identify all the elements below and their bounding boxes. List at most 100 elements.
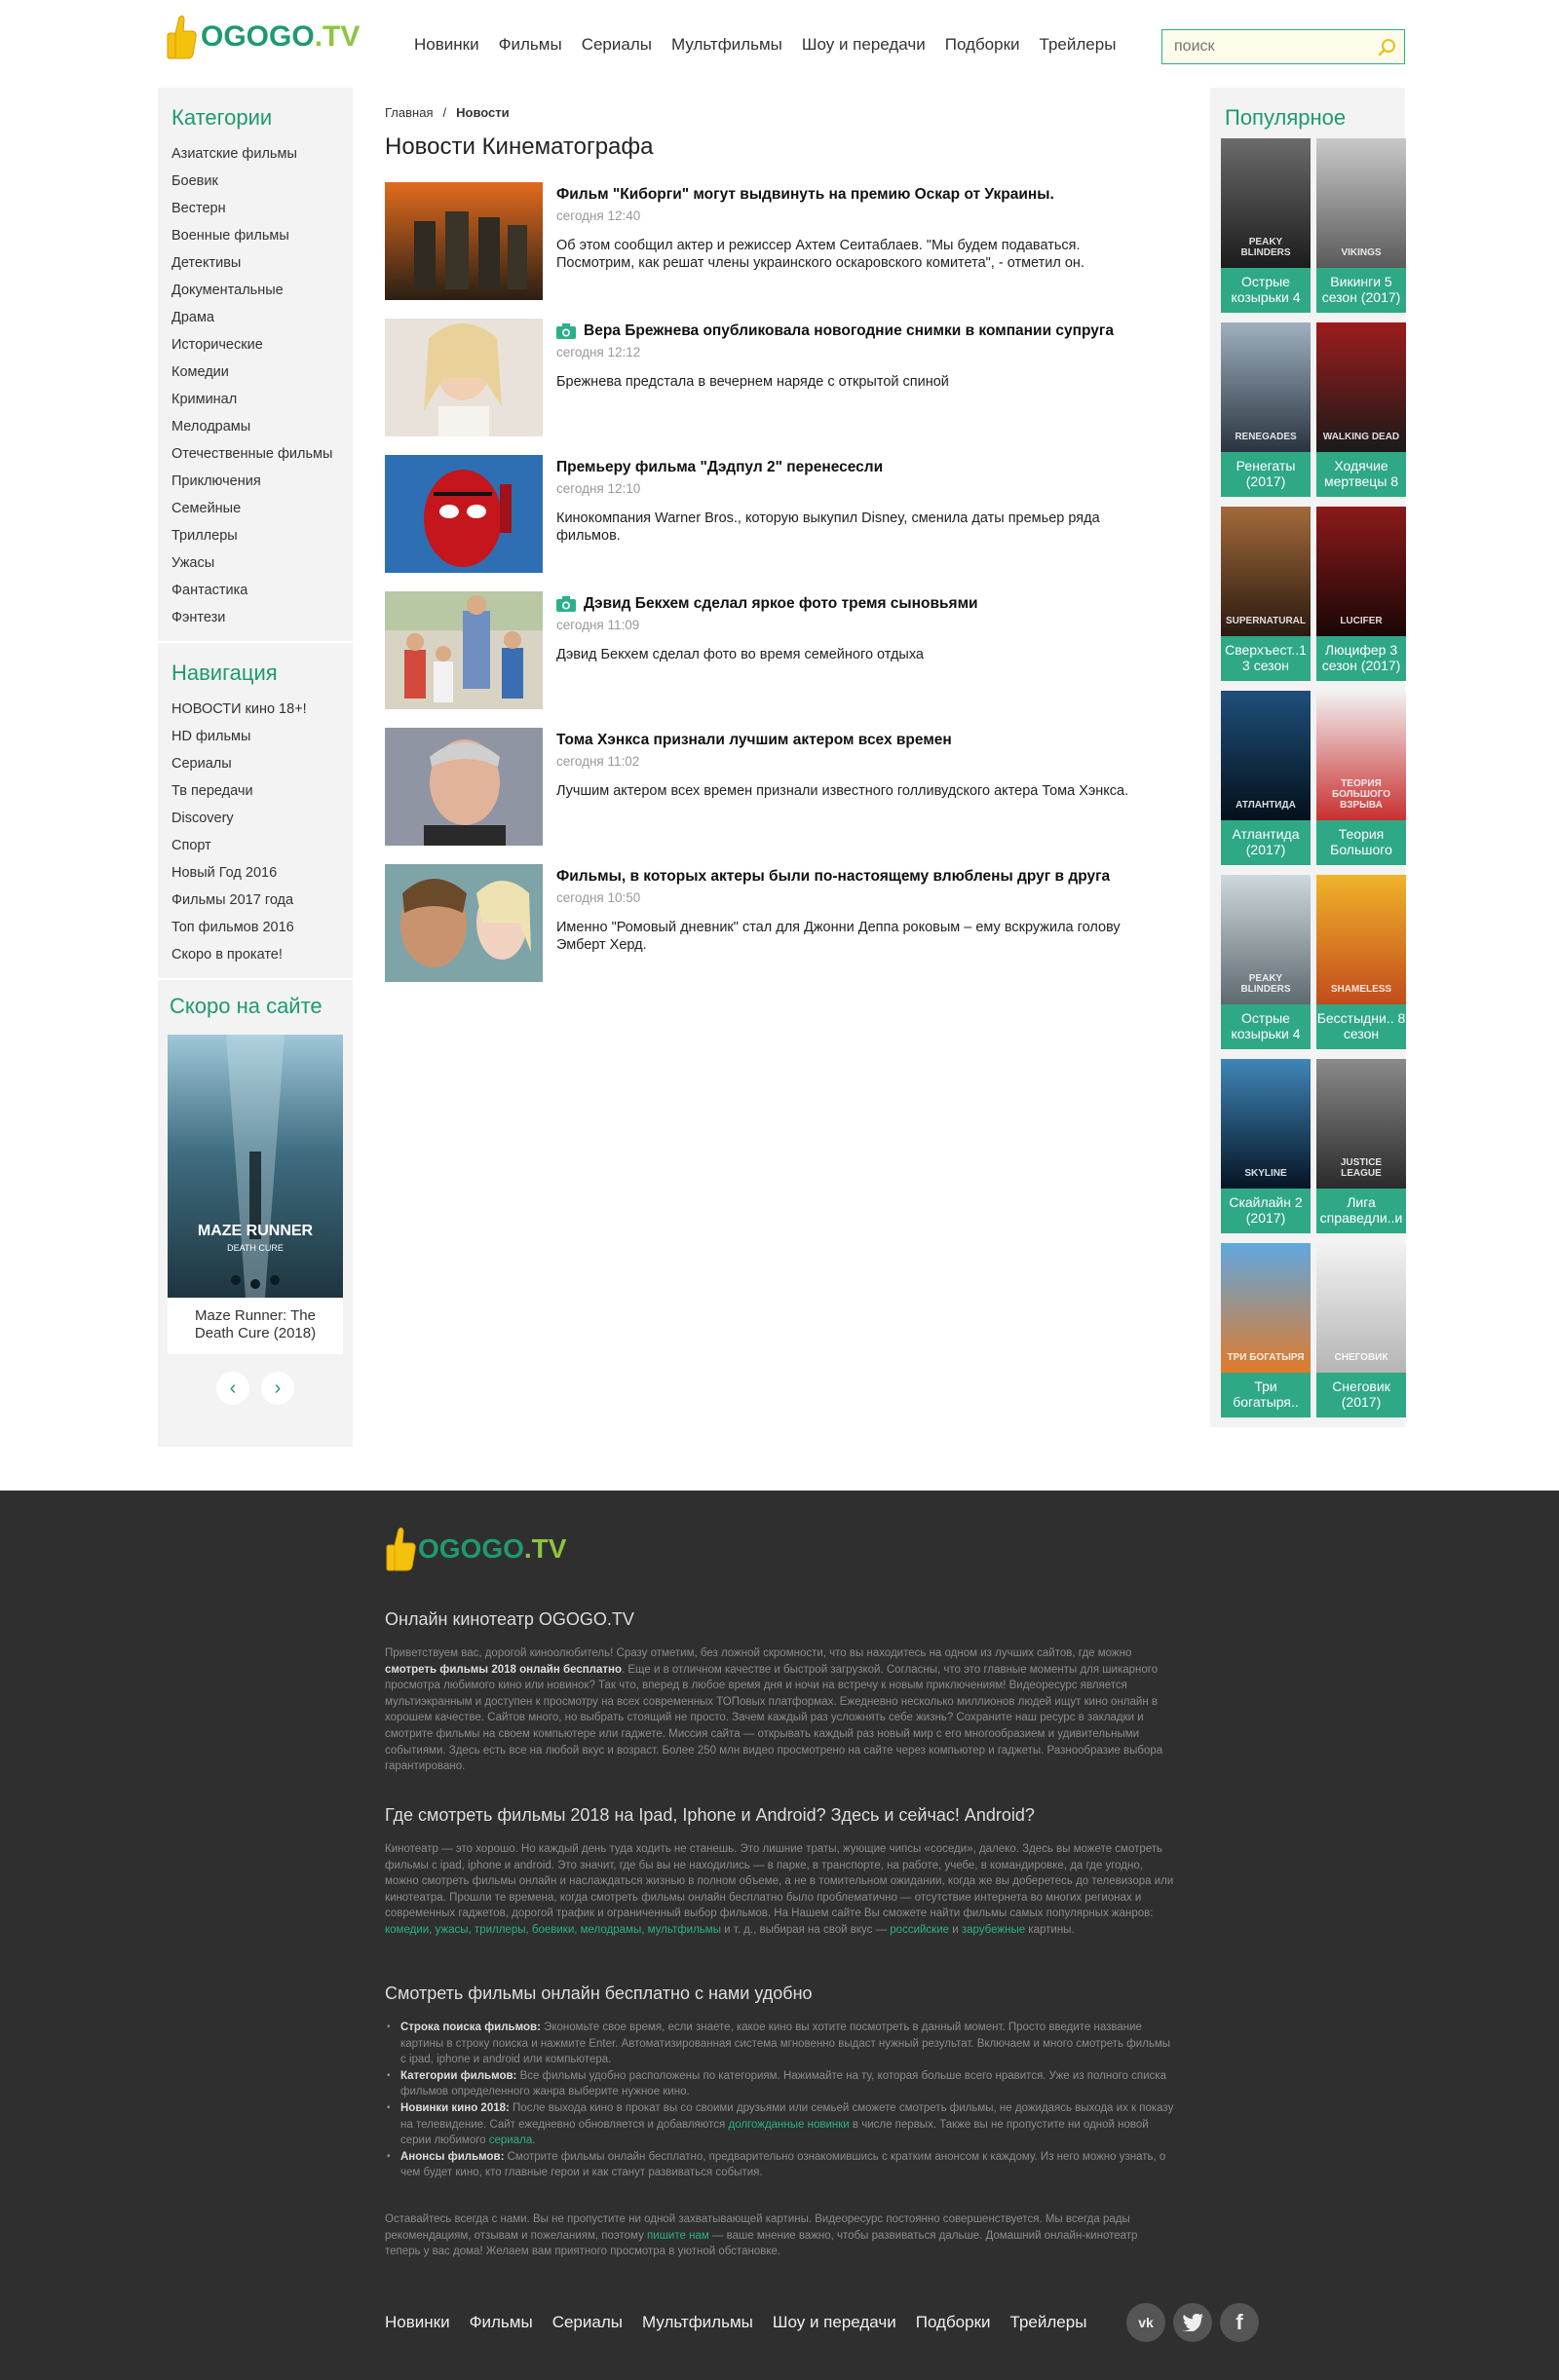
chevron-left-icon[interactable]: ‹ bbox=[216, 1372, 249, 1405]
coming-soon-poster[interactable]: MAZE RUNNER DEATH CURE bbox=[168, 1035, 343, 1298]
category-item[interactable]: Детективы bbox=[171, 249, 339, 277]
topnav-item-treilery[interactable]: Трейлеры bbox=[1040, 35, 1117, 55]
popular-card-title[interactable]: Атлантида (2017) bbox=[1221, 820, 1311, 857]
news-title-text[interactable]: Фильм "Киборги" могут выдвинуть на преми… bbox=[556, 186, 1054, 204]
news-thumbnail[interactable] bbox=[385, 319, 543, 436]
footer-nav-item[interactable]: Подборки bbox=[916, 2313, 991, 2332]
popular-poster[interactable]: LUCIFER bbox=[1316, 507, 1406, 636]
footer-nav-item[interactable]: Трейлеры bbox=[1010, 2313, 1087, 2332]
news-title-text[interactable]: Дэвид Бекхем сделал яркое фото тремя сын… bbox=[584, 595, 978, 613]
category-item[interactable]: Драма bbox=[171, 304, 339, 331]
twitter-icon[interactable] bbox=[1173, 2303, 1212, 2342]
popular-poster[interactable]: SHAMELESS bbox=[1316, 875, 1406, 1004]
footer-genre-links[interactable]: комедии, ужасы, триллеры, боевики, мелод… bbox=[385, 1924, 721, 1936]
category-item[interactable]: Приключения bbox=[171, 468, 339, 495]
navigation-item[interactable]: Тв передачи bbox=[171, 777, 339, 805]
popular-poster[interactable]: СНЕГОВИК bbox=[1316, 1243, 1406, 1373]
footer-nav-item[interactable]: Фильмы bbox=[470, 2313, 533, 2332]
topnav-item-filmy[interactable]: Фильмы bbox=[499, 35, 562, 55]
topnav-item-serialy[interactable]: Сериалы bbox=[582, 35, 652, 55]
category-item[interactable]: Боевик bbox=[171, 168, 339, 195]
news-title-text[interactable]: Премьеру фильма "Дэдпул 2" перенесесли bbox=[556, 459, 883, 476]
navigation-item[interactable]: HD фильмы bbox=[171, 723, 339, 750]
popular-card[interactable]: RENEGADES Ренегаты (2017) bbox=[1221, 322, 1311, 497]
news-title[interactable]: Фильм "Киборги" могут выдвинуть на преми… bbox=[556, 186, 1164, 204]
news-title-text[interactable]: Вера Брежнева опубликовала новогодние сн… bbox=[584, 322, 1114, 340]
footer-link-series[interactable]: сериала bbox=[489, 2134, 532, 2146]
footer-nav-item[interactable]: Новинки bbox=[385, 2313, 450, 2332]
popular-poster[interactable]: SUPERNATURAL bbox=[1221, 507, 1311, 636]
popular-poster[interactable]: JUSTICE LEAGUE bbox=[1316, 1059, 1406, 1189]
vk-icon[interactable]: vk bbox=[1126, 2303, 1165, 2342]
category-item[interactable]: Семейные bbox=[171, 495, 339, 522]
popular-card-title[interactable]: Ренегаты (2017) bbox=[1221, 452, 1311, 489]
popular-card[interactable]: VIKINGS Викинги 5 сезон (2017) bbox=[1316, 138, 1406, 313]
category-item[interactable]: Мелодрамы bbox=[171, 413, 339, 440]
category-item[interactable]: Комедии bbox=[171, 359, 339, 386]
popular-poster[interactable]: АТЛАНТИДА bbox=[1221, 691, 1311, 820]
news-title[interactable]: Фильмы, в которых актеры были по-настоящ… bbox=[556, 868, 1164, 886]
footer-link-novelties[interactable]: долгожданные новинки bbox=[728, 2119, 849, 2131]
news-title[interactable]: Вера Брежнева опубликовала новогодние сн… bbox=[556, 322, 1164, 340]
popular-card[interactable]: WALKING DEAD Ходячие мертвецы 8 bbox=[1316, 322, 1406, 497]
news-thumbnail[interactable] bbox=[385, 455, 543, 573]
popular-card[interactable]: ТЕОРИЯ БОЛЬШОГО ВЗРЫВА Теория Большого bbox=[1316, 691, 1406, 865]
popular-card[interactable]: PEAKY BLINDERS Острые козырьки 4 bbox=[1221, 875, 1311, 1049]
breadcrumb-home[interactable]: Главная bbox=[385, 105, 433, 120]
footer-logo[interactable]: OGOGO.TV bbox=[385, 1526, 566, 1572]
popular-card-title[interactable]: Сверхъест..1 3 сезон bbox=[1221, 636, 1311, 673]
popular-poster[interactable]: PEAKY BLINDERS bbox=[1221, 875, 1311, 1004]
footer-link-foreign[interactable]: зарубежные bbox=[962, 1924, 1025, 1936]
navigation-item[interactable]: Скоро в прокате! bbox=[171, 941, 339, 968]
facebook-icon[interactable]: f bbox=[1220, 2303, 1259, 2342]
popular-card-title[interactable]: Люцифер 3 сезон (2017) bbox=[1316, 636, 1406, 673]
navigation-item[interactable]: Топ фильмов 2016 bbox=[171, 914, 339, 941]
news-title-text[interactable]: Тома Хэнкса признали лучшим актером всех… bbox=[556, 732, 952, 749]
search-icon[interactable] bbox=[1377, 37, 1398, 58]
popular-card-title[interactable]: Лига справедли..и bbox=[1316, 1189, 1406, 1226]
navigation-item[interactable]: Спорт bbox=[171, 832, 339, 859]
popular-card-title[interactable]: Ходячие мертвецы 8 bbox=[1316, 452, 1406, 489]
category-item[interactable]: Исторические bbox=[171, 331, 339, 359]
category-item[interactable]: Отечественные фильмы bbox=[171, 440, 339, 468]
footer-link-russian[interactable]: российские bbox=[890, 1924, 949, 1936]
popular-card[interactable]: SUPERNATURAL Сверхъест..1 3 сезон bbox=[1221, 507, 1311, 681]
category-item[interactable]: Военные фильмы bbox=[171, 222, 339, 249]
category-item[interactable]: Триллеры bbox=[171, 522, 339, 549]
popular-card-title[interactable]: Викинги 5 сезон (2017) bbox=[1316, 268, 1406, 305]
navigation-item[interactable]: Фильмы 2017 года bbox=[171, 887, 339, 914]
category-item[interactable]: Ужасы bbox=[171, 549, 339, 577]
category-item[interactable]: Документальные bbox=[171, 277, 339, 304]
category-item[interactable]: Вестерн bbox=[171, 195, 339, 222]
popular-card-title[interactable]: Бесстыдни.. 8 сезон bbox=[1316, 1004, 1406, 1041]
popular-card[interactable]: АТЛАНТИДА Атлантида (2017) bbox=[1221, 691, 1311, 865]
news-thumbnail[interactable] bbox=[385, 591, 543, 709]
navigation-item[interactable]: Новый Год 2016 bbox=[171, 859, 339, 887]
popular-card-title[interactable]: Три богатыря.. bbox=[1221, 1373, 1311, 1410]
category-item[interactable]: Фантастика bbox=[171, 577, 339, 604]
popular-card[interactable]: SHAMELESS Бесстыдни.. 8 сезон bbox=[1316, 875, 1406, 1049]
footer-nav-item[interactable]: Мультфильмы bbox=[642, 2313, 753, 2332]
popular-card-title[interactable]: Острые козырьки 4 bbox=[1221, 1004, 1311, 1041]
popular-card[interactable]: JUSTICE LEAGUE Лига справедли..и bbox=[1316, 1059, 1406, 1233]
popular-poster[interactable]: ТЕОРИЯ БОЛЬШОГО ВЗРЫВА bbox=[1316, 691, 1406, 820]
news-thumbnail[interactable] bbox=[385, 864, 543, 982]
news-thumbnail[interactable] bbox=[385, 182, 543, 300]
site-logo[interactable]: OGOGO.TV bbox=[166, 14, 360, 60]
news-title[interactable]: Дэвид Бекхем сделал яркое фото тремя сын… bbox=[556, 595, 1164, 613]
popular-card-title[interactable]: Теория Большого bbox=[1316, 820, 1406, 857]
news-title[interactable]: Тома Хэнкса признали лучшим актером всех… bbox=[556, 732, 1164, 749]
category-item[interactable]: Криминал bbox=[171, 386, 339, 413]
popular-poster[interactable]: ТРИ БОГАТЫРЯ bbox=[1221, 1243, 1311, 1373]
topnav-item-multfilmy[interactable]: Мультфильмы bbox=[671, 35, 782, 55]
popular-card[interactable]: СНЕГОВИК Снеговик (2017) bbox=[1316, 1243, 1406, 1417]
popular-poster[interactable]: RENEGADES bbox=[1221, 322, 1311, 452]
topnav-item-novinki[interactable]: Новинки bbox=[414, 35, 479, 55]
coming-soon-card-title[interactable]: Maze Runner: The Death Cure (2018) bbox=[168, 1298, 343, 1354]
popular-card-title[interactable]: Острые козырьки 4 bbox=[1221, 268, 1311, 305]
news-title[interactable]: Премьеру фильма "Дэдпул 2" перенесесли bbox=[556, 459, 1164, 476]
footer-nav-item[interactable]: Шоу и передачи bbox=[773, 2313, 896, 2332]
news-thumbnail[interactable] bbox=[385, 728, 543, 846]
popular-card-title[interactable]: Скайлайн 2 (2017) bbox=[1221, 1189, 1311, 1226]
footer-nav-item[interactable]: Сериалы bbox=[552, 2313, 623, 2332]
